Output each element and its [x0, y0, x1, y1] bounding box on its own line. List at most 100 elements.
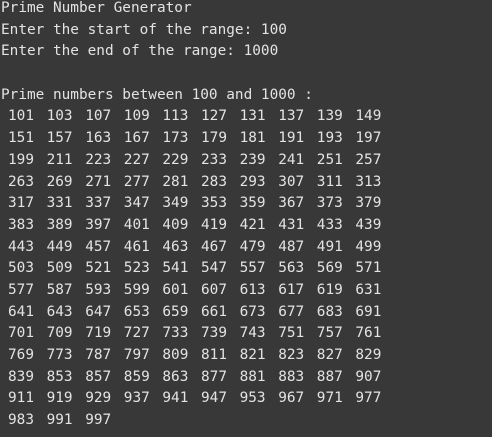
- prime-number: 127: [201, 108, 227, 125]
- prime-row: 443 449 457 461 463 467 479 487 491 499: [0, 237, 492, 259]
- prime-number: 929: [85, 390, 112, 407]
- prime-number: 991: [46, 412, 73, 429]
- prime-number: 397: [85, 216, 112, 233]
- prime-grid: 101 103 107 109 113 127 131 137 139 149 151 157 163 1…: [0, 106, 492, 431]
- prime-number: 449: [46, 238, 73, 255]
- primes-header: Prime numbers between 100 and 1000 :: [1, 86, 313, 103]
- prime-number: 233: [201, 151, 227, 168]
- prime-number: 463: [162, 238, 189, 255]
- prime-number: 313: [355, 173, 382, 190]
- prime-number: 967: [278, 390, 305, 407]
- prime-number: 173: [162, 130, 189, 147]
- prime-number: 977: [355, 390, 382, 407]
- prime-number: 467: [201, 238, 227, 255]
- prime-row: 839 853 857 859 863 877 881 883 887 907: [0, 367, 492, 389]
- prime-number: 709: [46, 325, 73, 342]
- prime-number: 151: [8, 130, 34, 147]
- prime-number: 503: [8, 260, 34, 277]
- prime-number: 421: [239, 216, 266, 233]
- prime-number: 107: [85, 108, 112, 125]
- prime-number: 757: [316, 325, 343, 342]
- prime-number: 937: [123, 390, 150, 407]
- prime-number: 347: [123, 195, 150, 212]
- prime-number: 769: [8, 347, 34, 363]
- prime-number: 739: [201, 325, 227, 342]
- prime-number: 563: [278, 260, 305, 277]
- prime-number: 787: [85, 347, 112, 363]
- prime-number: 349: [162, 195, 189, 212]
- prime-number: 953: [239, 390, 266, 407]
- prime-number: 727: [123, 325, 150, 342]
- prime-number: 643: [46, 303, 73, 320]
- prime-number: 673: [239, 303, 266, 320]
- prime-number: 491: [316, 238, 343, 255]
- prime-number: 149: [355, 108, 382, 125]
- end-prompt: Enter the end of the range: 1000: [1, 43, 279, 60]
- prime-number: 701: [8, 325, 34, 342]
- prime-number: 997: [85, 412, 112, 429]
- prime-number: 631: [355, 281, 382, 298]
- prime-row: 503 509 521 523 541 547 557 563 569 571: [0, 258, 492, 280]
- prime-number: 877: [201, 368, 227, 385]
- prime-number: 821: [239, 347, 266, 363]
- prime-row: 383 389 397 401 409 419 421 431 433 439: [0, 215, 492, 237]
- prime-number: 317: [8, 195, 34, 212]
- prime-row: 577 587 593 599 601 607 613 617 619 631: [0, 280, 492, 302]
- prime-number: 587: [46, 281, 73, 298]
- prime-number: 389: [46, 216, 73, 233]
- program-title: Prime Number Generator: [1, 0, 192, 16]
- prime-number: 353: [201, 195, 227, 212]
- prime-number: 379: [355, 195, 382, 212]
- prime-number: 607: [201, 281, 227, 298]
- prime-number: 761: [355, 325, 382, 342]
- prime-number: 593: [85, 281, 112, 298]
- prime-number: 263: [8, 173, 34, 190]
- prime-number: 659: [162, 303, 189, 320]
- prime-number: 101: [8, 108, 34, 125]
- prime-number: 373: [316, 195, 343, 212]
- prime-number: 733: [162, 325, 189, 342]
- prime-number: 571: [355, 260, 382, 277]
- prime-number: 743: [239, 325, 266, 342]
- prime-number: 307: [278, 173, 305, 190]
- prime-row: 317 331 337 347 349 353 359 367 373 379: [0, 193, 492, 215]
- prime-number: 641: [8, 303, 34, 320]
- prime-number: 439: [355, 216, 382, 233]
- prime-number: 167: [123, 130, 150, 147]
- prime-number: 569: [316, 260, 343, 277]
- prime-number: 797: [123, 347, 150, 363]
- prime-number: 383: [8, 216, 34, 233]
- prime-number: 613: [239, 281, 266, 298]
- prime-row: 641 643 647 653 659 661 673 677 683 691: [0, 302, 492, 324]
- prime-number: 229: [162, 151, 189, 168]
- prime-number: 983: [8, 412, 34, 429]
- prime-number: 131: [239, 108, 266, 125]
- prime-row: 263 269 271 277 281 283 293 307 311 313: [0, 172, 492, 194]
- prime-number: 103: [46, 108, 73, 125]
- prime-number: 509: [46, 260, 73, 277]
- start-prompt: Enter the start of the range: 100: [1, 21, 287, 38]
- prime-number: 887: [316, 368, 343, 385]
- prime-number: 523: [123, 260, 150, 277]
- prime-number: 113: [162, 108, 189, 125]
- prime-number: 367: [278, 195, 305, 212]
- prime-number: 751: [278, 325, 305, 342]
- prime-number: 409: [162, 216, 189, 233]
- prime-number: 419: [201, 216, 227, 233]
- prime-number: 541: [162, 260, 189, 277]
- prime-number: 599: [123, 281, 150, 298]
- prime-number: 241: [278, 151, 305, 168]
- prime-number: 971: [316, 390, 343, 407]
- prime-number: 617: [278, 281, 305, 298]
- prime-number: 257: [355, 151, 382, 168]
- prime-number: 443: [8, 238, 34, 255]
- prime-number: 947: [201, 390, 227, 407]
- prime-number: 881: [239, 368, 266, 385]
- prime-number: 197: [355, 130, 382, 147]
- prime-number: 941: [162, 390, 189, 407]
- prime-number: 911: [8, 390, 34, 407]
- prime-number: 239: [239, 151, 266, 168]
- prime-number: 191: [278, 130, 305, 147]
- prime-number: 269: [46, 173, 73, 190]
- prime-number: 181: [239, 130, 266, 147]
